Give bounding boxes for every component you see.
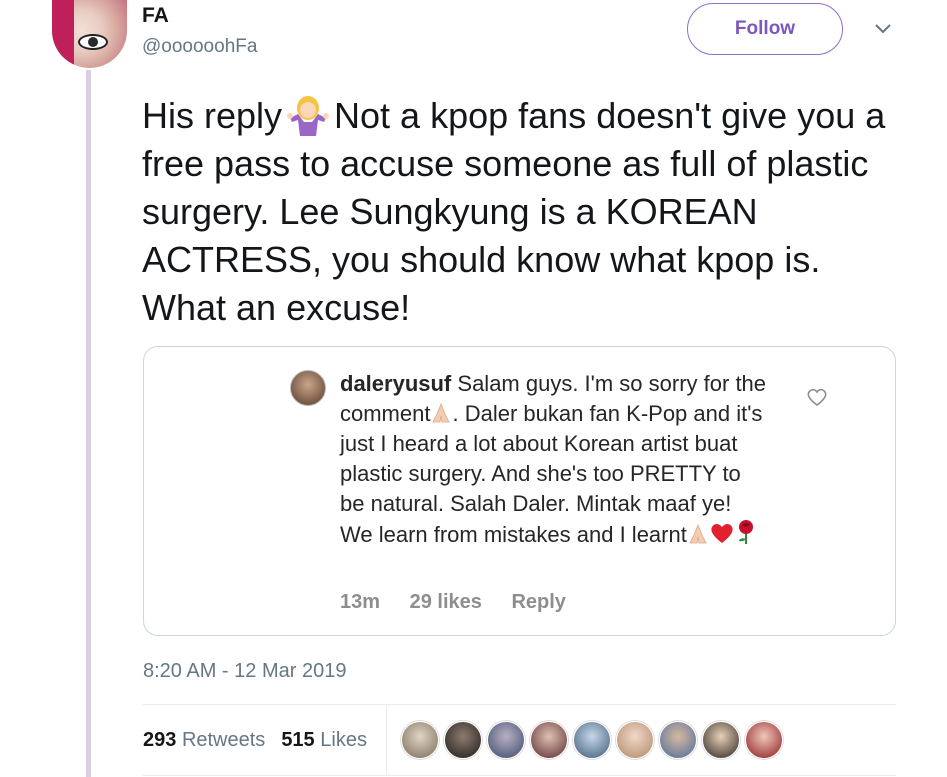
likes-count: 515 [281, 729, 315, 751]
commenter-username: daleryusuf [340, 371, 452, 396]
comment-meta: 13m 29 likes Reply [340, 591, 590, 614]
comment-age: 13m [340, 591, 381, 613]
chevron-down-icon[interactable] [874, 22, 892, 36]
retweets-label: Retweets [181, 729, 266, 751]
folded-hands-emoji [432, 402, 451, 423]
commenter-avatar [290, 370, 326, 406]
tweet-text-intro: His reply [142, 95, 283, 136]
follow-button[interactable]: Follow [687, 3, 843, 55]
retweets-stat[interactable]: 293 Retweets [143, 729, 265, 751]
liker-avatar[interactable] [659, 721, 697, 759]
divider [143, 704, 896, 705]
thread-connector-line [86, 70, 91, 777]
instagram-comment-text: daleryusuf Salam guys. I'm so sorry for … [340, 369, 770, 550]
rose-emoji [738, 520, 753, 544]
heart-emoji [711, 524, 733, 543]
liker-avatar[interactable] [573, 721, 611, 759]
folded-hands-emoji [689, 523, 707, 544]
divider [143, 775, 896, 776]
author-avatar[interactable] [52, 0, 127, 68]
liker-avatar[interactable] [444, 721, 482, 759]
liker-avatar[interactable] [616, 721, 654, 759]
liker-avatar[interactable] [487, 721, 525, 759]
heart-outline-icon[interactable] [806, 387, 828, 407]
author-name[interactable]: FA [142, 4, 169, 28]
retweets-count: 293 [143, 729, 177, 751]
comment-reply[interactable]: Reply [511, 591, 565, 613]
engagement-stats: 293 Retweets 515 Likes [143, 729, 367, 752]
tweet-text: His reply Not a kpop fans doesn't give y… [142, 92, 912, 332]
liker-avatar[interactable] [401, 721, 439, 759]
stats-separator [386, 705, 387, 775]
tweet-timestamp[interactable]: 8:20 AM - 12 Mar 2019 [143, 660, 346, 683]
liker-avatar[interactable] [702, 721, 740, 759]
embedded-screenshot[interactable]: daleryusuf Salam guys. I'm so sorry for … [143, 346, 896, 636]
comment-likes[interactable]: 29 likes [410, 591, 482, 613]
liker-avatar[interactable] [745, 721, 783, 759]
author-handle[interactable]: @oooooohFa [142, 36, 257, 58]
likes-label: Likes [320, 729, 367, 751]
likes-stat[interactable]: 515 Likes [281, 729, 367, 751]
liker-avatar[interactable] [530, 721, 568, 759]
person-shrugging-emoji [287, 96, 330, 136]
